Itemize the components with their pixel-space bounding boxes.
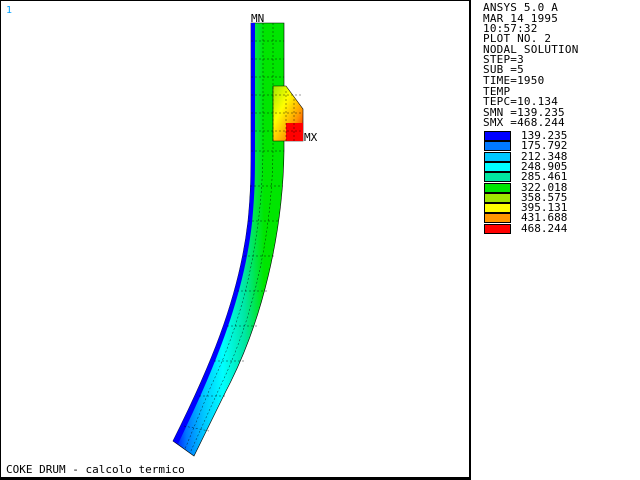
legend-swatch — [484, 151, 511, 162]
hot-spot — [286, 123, 303, 141]
legend-swatch — [484, 161, 511, 172]
legend-swatch — [484, 192, 511, 203]
legend-value: 468.244 — [521, 221, 568, 235]
plot-viewport: 1 MN MX COKE DRUM - calcolo termico — [0, 0, 470, 478]
legend-swatch — [484, 182, 511, 193]
min-label: MN — [251, 12, 265, 25]
legend-swatch — [484, 203, 511, 214]
temperature-contour-plot — [172, 22, 304, 457]
smx-value: SMX =468.244 — [483, 116, 565, 129]
legend-swatch — [484, 213, 511, 224]
legend-swatch — [484, 223, 511, 234]
drum-wall — [172, 22, 285, 457]
legend-swatch — [484, 172, 511, 183]
max-label: MX — [304, 131, 318, 144]
legend-swatch — [484, 141, 511, 152]
info-panel: ANSYS 5.0 A MAR 14 1995 10:57:32 PLOT NO… — [471, 0, 640, 480]
legend-swatch — [484, 131, 511, 141]
plot-caption: COKE DRUM - calcolo termico — [6, 463, 185, 476]
